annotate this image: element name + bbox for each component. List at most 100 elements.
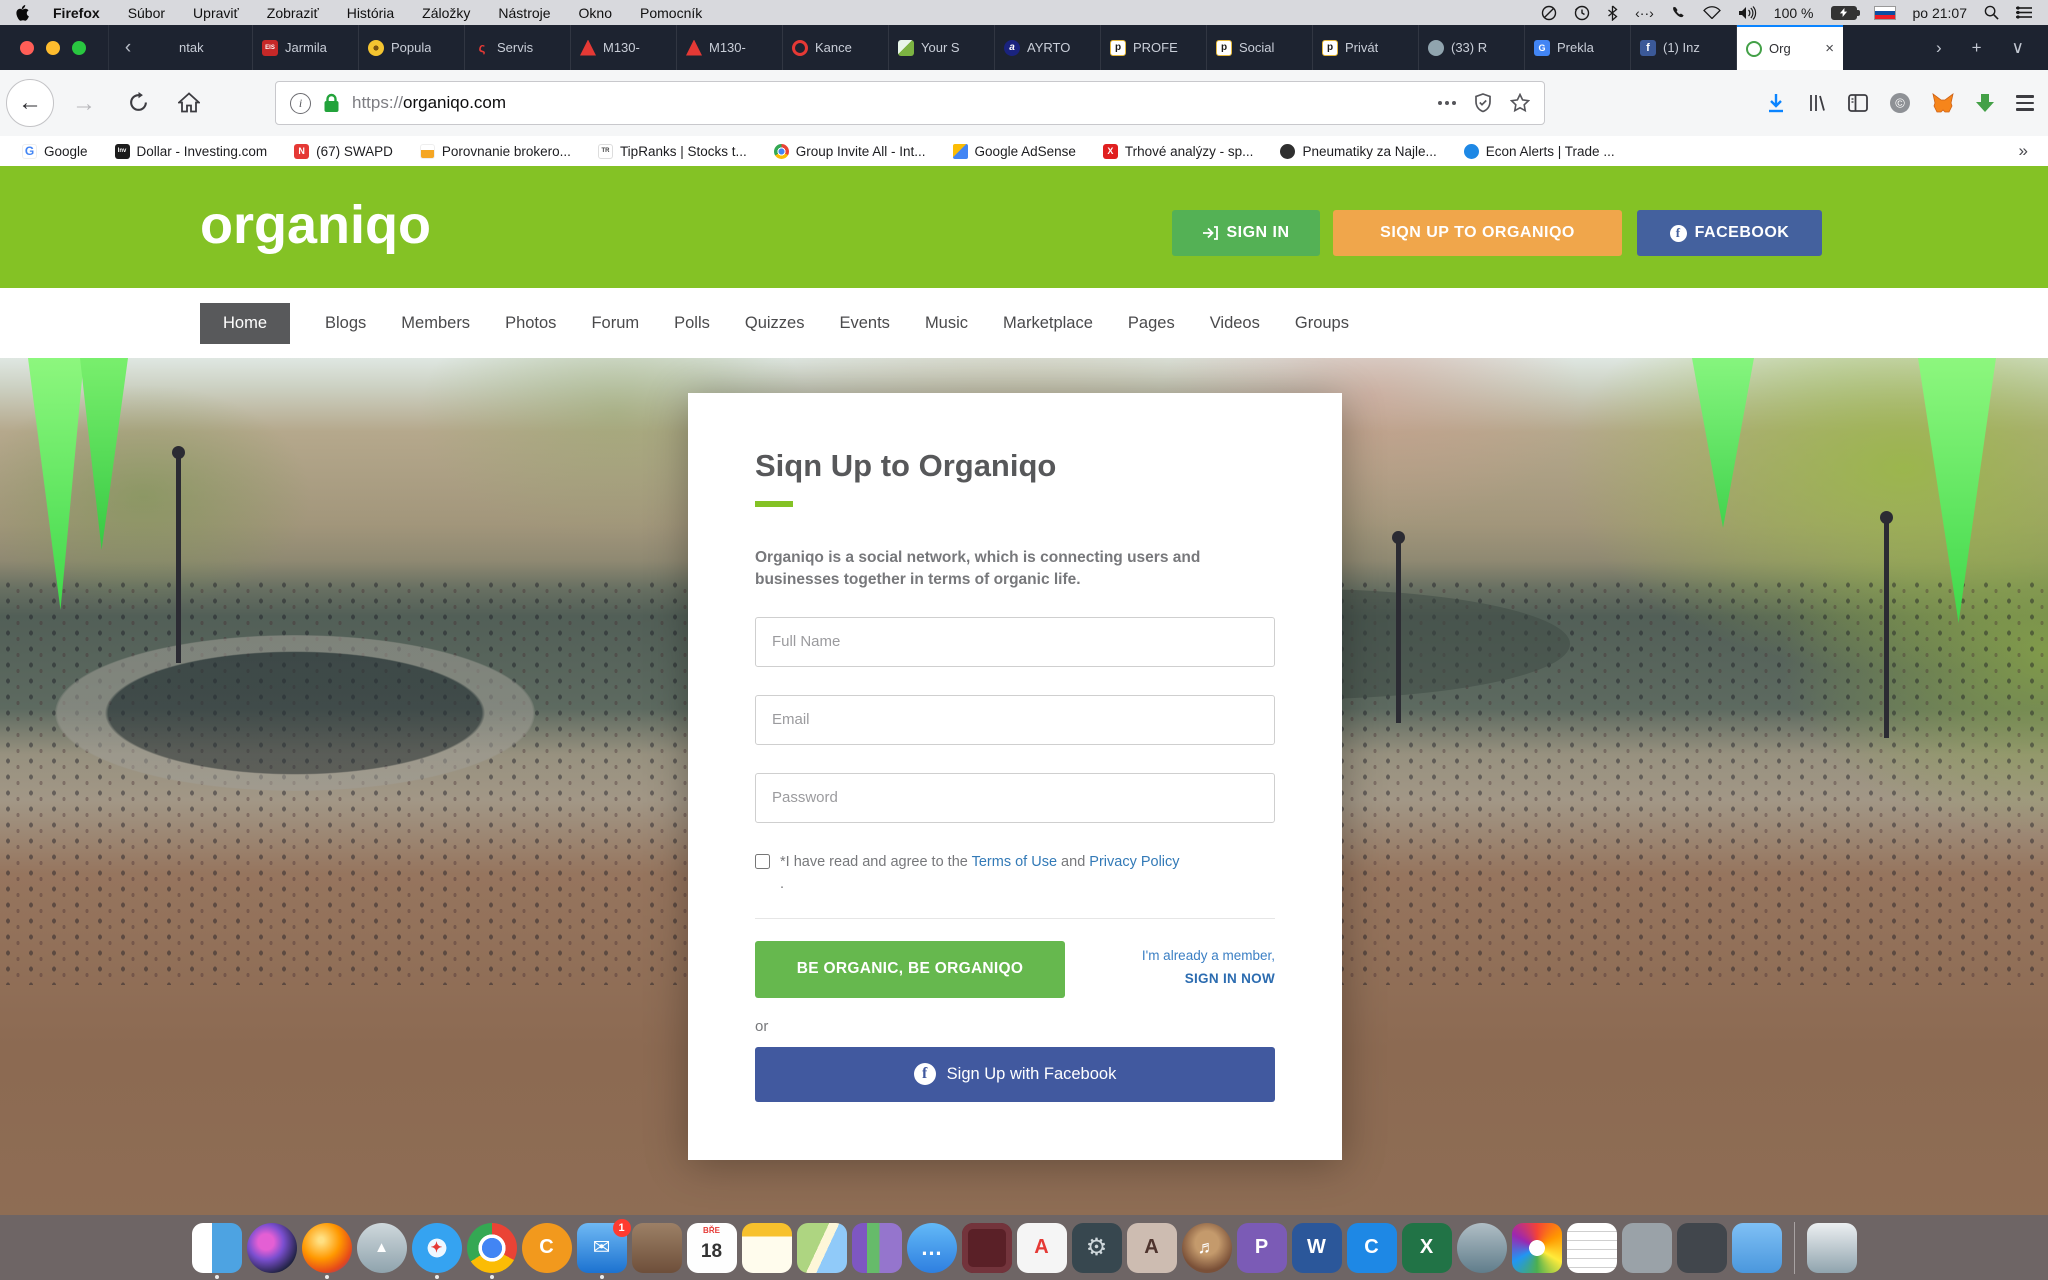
wifi-icon[interactable] (1703, 6, 1721, 19)
sign-in-now-link[interactable]: SIGN IN NOW (1142, 972, 1275, 986)
browser-tab[interactable]: a AYRTO (995, 25, 1101, 70)
dock-icon-garageband[interactable]: ♬ (1182, 1223, 1232, 1273)
browser-tab[interactable]: p PROFE (1101, 25, 1207, 70)
dock-icon-app-p[interactable]: P (1237, 1223, 1287, 1273)
site-nav-item[interactable]: Blogs (325, 314, 366, 333)
dock-icon-compass[interactable] (1457, 1223, 1507, 1273)
bookmark-item[interactable]: Group Invite All - Int... (774, 144, 926, 159)
dock-icon-app-grey[interactable] (1622, 1223, 1672, 1273)
slovak-flag-icon[interactable] (1874, 6, 1896, 20)
browser-tab[interactable]: EIS Jarmila (253, 25, 359, 70)
bookmark-item[interactable]: Inv Dollar - Investing.com (115, 144, 268, 159)
dock-icon-contacts[interactable] (632, 1223, 682, 1273)
forward-button[interactable]: → (72, 90, 96, 118)
bookmark-star-icon[interactable] (1510, 93, 1530, 113)
do-not-disturb-icon[interactable] (1541, 5, 1557, 21)
site-nav-item[interactable]: Events (839, 314, 889, 333)
terms-of-use-link[interactable]: Terms of Use (972, 854, 1057, 870)
menubar-clock[interactable]: po 21:07 (1913, 5, 1968, 21)
browser-tab[interactable]: M130- (571, 25, 677, 70)
browser-tab[interactable]: f (1) Inz (1631, 25, 1737, 70)
sidebar-toggle-icon[interactable] (1848, 94, 1868, 112)
bookmark-item[interactable]: X Trhové analýzy - sp... (1103, 144, 1254, 159)
dock-icon-app-dark[interactable] (1677, 1223, 1727, 1273)
bookmark-item[interactable]: TR TipRanks | Stocks t... (598, 144, 747, 159)
url-bar[interactable]: i https://organiqo.com (275, 81, 1545, 125)
site-nav-item[interactable]: Polls (674, 314, 710, 333)
browser-tab[interactable]: ntak (147, 25, 253, 70)
menubar-menu-item[interactable]: História (347, 5, 394, 21)
bookmark-item[interactable]: N (67) SWAPD (294, 144, 393, 159)
metamask-fox-icon[interactable] (1932, 93, 1954, 113)
battery-icon[interactable] (1831, 6, 1857, 20)
notification-center-icon[interactable] (2016, 6, 2032, 19)
browser-tab[interactable]: p Privát (1313, 25, 1419, 70)
window-close-button[interactable] (20, 41, 34, 55)
dock-icon-notes[interactable] (742, 1223, 792, 1273)
browser-tab[interactable]: M130- (677, 25, 783, 70)
https-lock-icon[interactable] (323, 93, 340, 113)
menubar-menu-item[interactable]: Nástroje (498, 5, 550, 21)
menubar-app-name[interactable]: Firefox (53, 5, 100, 21)
organiqo-logo[interactable]: organiqo (200, 194, 431, 256)
bookmark-item[interactable]: G Google (22, 144, 88, 159)
privacy-policy-link[interactable]: Privacy Policy (1089, 854, 1179, 870)
menubar-menu-item[interactable]: Zobraziť (267, 5, 319, 21)
new-tab-button[interactable]: + (1972, 38, 1982, 58)
firefox-menu-icon[interactable] (2016, 95, 2034, 111)
library-icon[interactable] (1807, 93, 1827, 113)
phone-icon[interactable] (1671, 5, 1686, 20)
scroll-tabs-left-button[interactable]: ‹ (108, 25, 147, 70)
menubar-menu-item[interactable]: Upraviť (193, 5, 239, 21)
site-nav-item[interactable]: Videos (1210, 314, 1260, 333)
dock-icon-siri[interactable] (247, 1223, 297, 1273)
signup-input[interactable] (755, 695, 1275, 745)
dock-icon-chrome[interactable] (467, 1223, 517, 1273)
bookmark-item[interactable]: Porovnanie brokero... (420, 144, 571, 159)
menubar-menu-item[interactable]: Okno (579, 5, 612, 21)
browser-tab[interactable]: ς Servis (465, 25, 571, 70)
site-nav-item[interactable]: Photos (505, 314, 556, 333)
be-organic-button[interactable]: BE ORGANIC, BE ORGANIQO (755, 941, 1065, 998)
downloads-icon[interactable] (1766, 93, 1786, 113)
dock-icon-safari[interactable]: ✦ (412, 1223, 462, 1273)
volume-icon[interactable] (1738, 6, 1757, 20)
dock-icon-firefox[interactable] (302, 1223, 352, 1273)
dock-icon-word[interactable]: W (1292, 1223, 1342, 1273)
dock-icon-adobe-reader[interactable]: A (1127, 1223, 1177, 1273)
dock-icon-trash[interactable] (1807, 1223, 1857, 1273)
bluetooth-icon[interactable] (1607, 5, 1618, 21)
spotlight-search-icon[interactable] (1984, 5, 1999, 20)
browser-tab[interactable]: p Social (1207, 25, 1313, 70)
dock-icon-app-c[interactable]: C (1347, 1223, 1397, 1273)
dock-icon-photo-booth[interactable] (962, 1223, 1012, 1273)
browser-tab[interactable]: Org × (1737, 25, 1843, 70)
facebook-header-button[interactable]: f FACEBOOK (1637, 210, 1822, 256)
bookmark-item[interactable]: Google AdSense (953, 144, 1076, 159)
extension-download-icon[interactable] (1975, 93, 1995, 113)
dock-icon-mail[interactable]: ✉ 1 (577, 1223, 627, 1273)
site-nav-item[interactable]: Music (925, 314, 968, 333)
browser-tab[interactable]: G Prekla (1525, 25, 1631, 70)
menubar-menu-item[interactable]: Pomocník (640, 5, 702, 21)
bookmark-item[interactable]: Pneumatiky za Najle... (1280, 144, 1436, 159)
window-minimize-button[interactable] (46, 41, 60, 55)
site-nav-item[interactable]: Home (200, 303, 290, 344)
site-info-icon[interactable]: i (290, 93, 311, 114)
browser-tab[interactable]: Your S (889, 25, 995, 70)
home-button[interactable] (178, 92, 200, 113)
window-zoom-button[interactable] (72, 41, 86, 55)
site-nav-item[interactable]: Pages (1128, 314, 1175, 333)
time-machine-icon[interactable] (1574, 5, 1590, 21)
code-brackets-icon[interactable]: ‹··› (1635, 5, 1654, 21)
dock-icon-folder[interactable] (1732, 1223, 1782, 1273)
sign-up-button[interactable]: SIQN UP TO ORGANIQO (1333, 210, 1622, 256)
dock-icon-calendar[interactable]: BŘE 18 (687, 1223, 737, 1273)
bookmark-item[interactable]: Econ Alerts | Trade ... (1464, 144, 1615, 159)
facebook-signup-button[interactable]: f Sign Up with Facebook (755, 1047, 1275, 1102)
dock-icon-excel[interactable]: X (1402, 1223, 1452, 1273)
dock-icon-messages[interactable]: … (907, 1223, 957, 1273)
dock-icon-launchpad-rocket[interactable]: ▲ (357, 1223, 407, 1273)
tracking-shield-icon[interactable] (1474, 93, 1492, 113)
menubar-menu-item[interactable]: Súbor (128, 5, 165, 21)
